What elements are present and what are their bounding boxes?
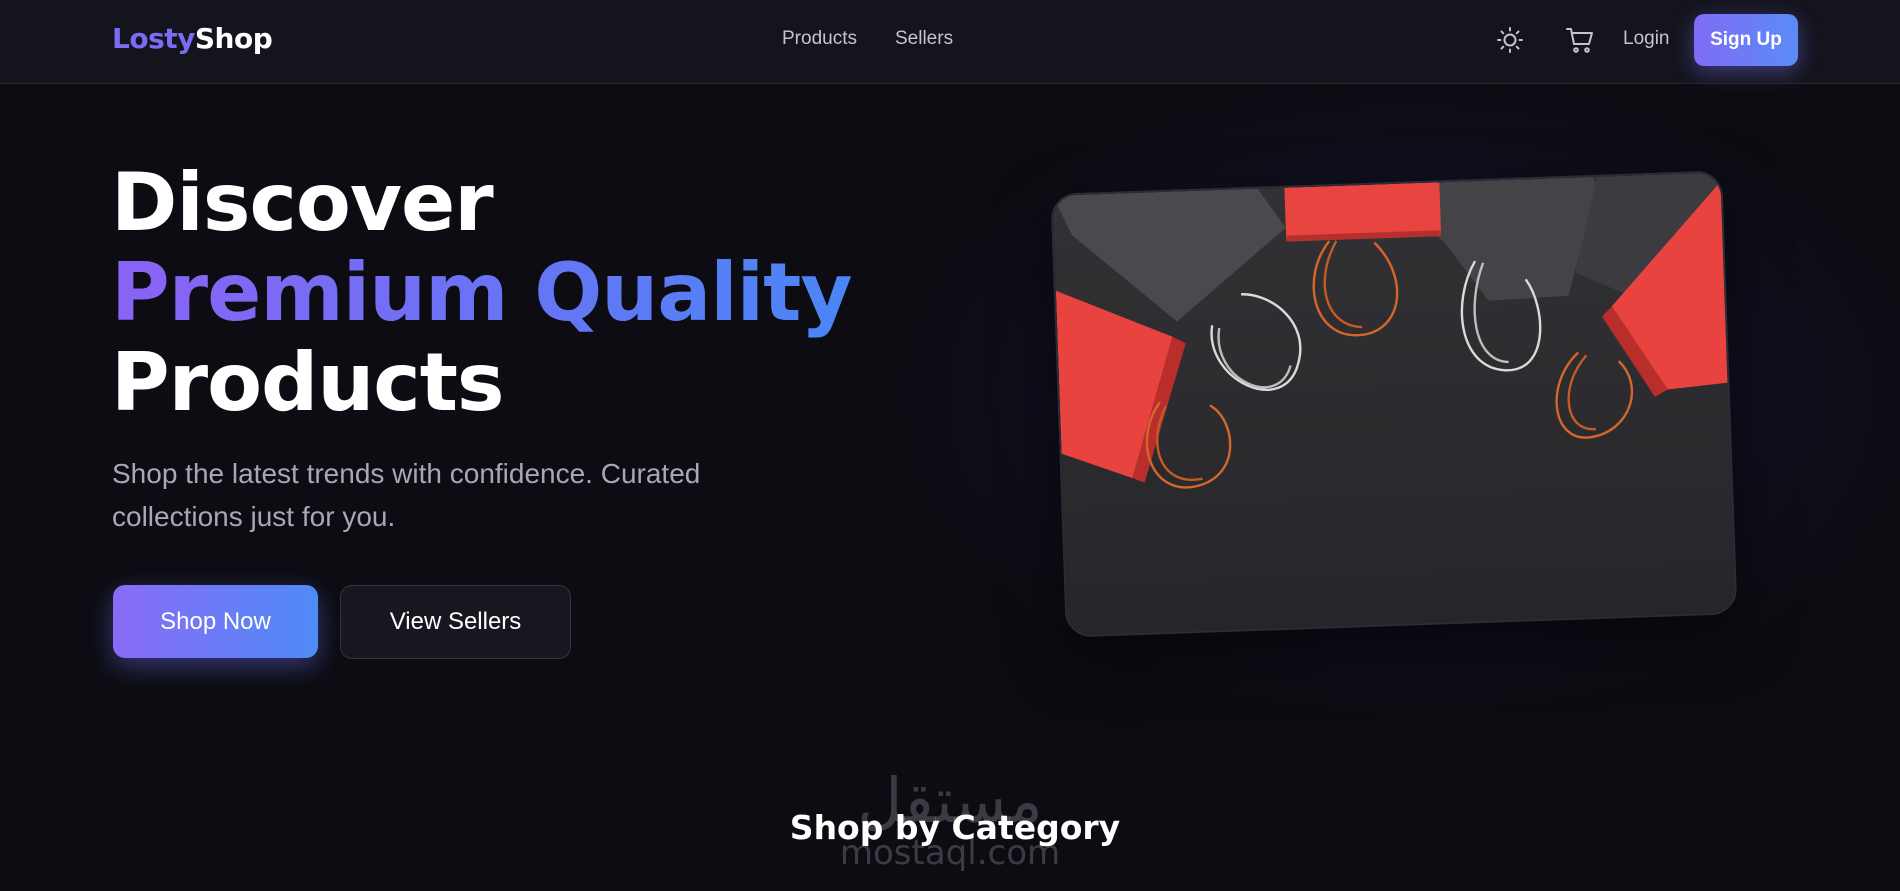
- sun-icon: [1497, 27, 1523, 53]
- cart-icon: [1566, 28, 1593, 53]
- theme-toggle-button[interactable]: [1492, 22, 1528, 58]
- signup-button[interactable]: Sign Up: [1694, 14, 1798, 66]
- hero-title-line3: Products: [111, 336, 505, 429]
- hero-title-line1: Discover: [111, 156, 494, 249]
- brand-name-part1: Losty: [112, 22, 195, 55]
- hero-subtitle: Shop the latest trends with confidence. …: [112, 458, 701, 532]
- shopping-bags-illustration: [1052, 172, 1738, 638]
- shop-by-category-title: Shop by Category: [789, 808, 1121, 847]
- view-sellers-button[interactable]: View Sellers: [340, 585, 571, 659]
- cart-button[interactable]: [1562, 22, 1598, 58]
- shop-now-button[interactable]: Shop Now: [113, 585, 318, 658]
- brand-name-part2: Shop: [194, 22, 273, 55]
- nav-link-products[interactable]: Products: [782, 28, 857, 50]
- login-link[interactable]: Login: [1623, 28, 1670, 50]
- hero-title-line2: Premium Quality: [111, 246, 852, 339]
- navbar: LostyShop Products Sellers Login Sign Up: [0, 0, 1900, 84]
- nav-link-sellers[interactable]: Sellers: [895, 28, 953, 50]
- brand-logo[interactable]: LostyShop: [112, 22, 273, 55]
- hero-image: [1050, 170, 1738, 638]
- hero-title: Discover Premium Quality Products: [111, 156, 852, 429]
